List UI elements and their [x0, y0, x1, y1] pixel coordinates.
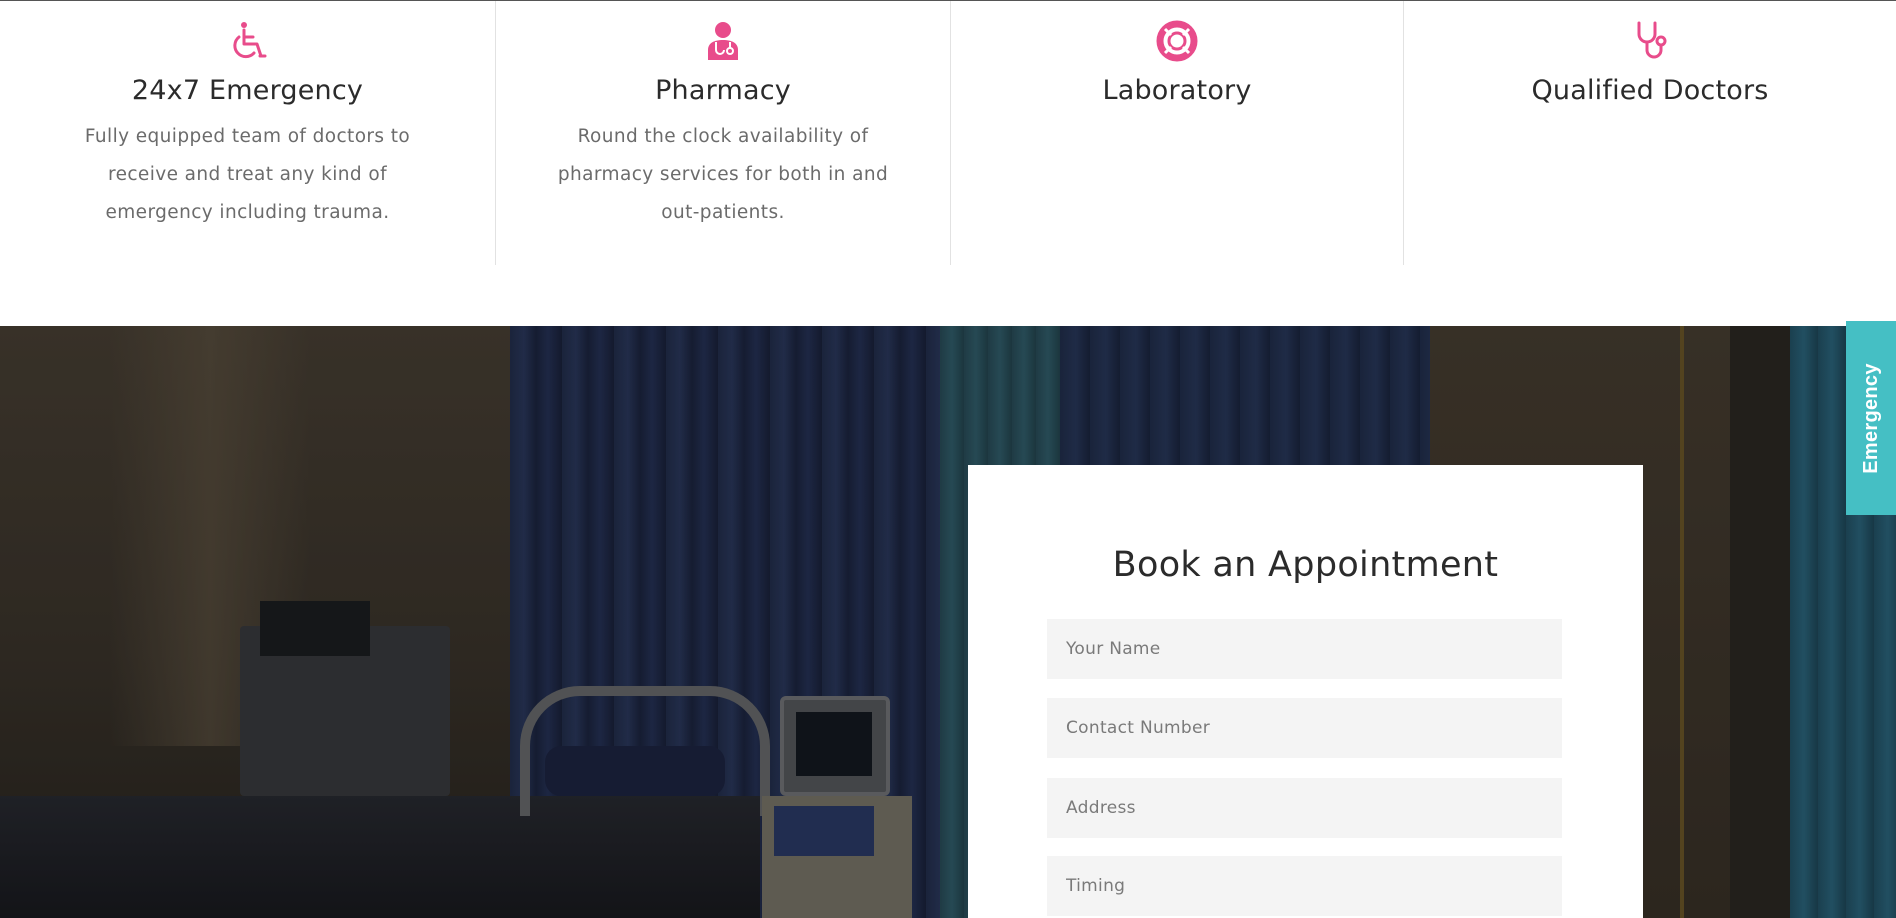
name-input[interactable] — [1047, 619, 1562, 679]
feature-title: Laboratory — [1102, 75, 1252, 106]
feature-description: Round the clock availability of pharmacy… — [557, 126, 889, 223]
address-input[interactable] — [1047, 778, 1562, 838]
feature-description: Fully equipped team of doctors to receiv… — [84, 126, 411, 223]
feature-laboratory: Laboratory — [951, 1, 1404, 265]
feature-title: 24x7 Emergency — [131, 75, 364, 106]
feature-title: Qualified Doctors — [1531, 75, 1769, 106]
lifebuoy-icon — [1156, 20, 1198, 62]
feature-pharmacy: Pharmacy Round the clock availability of… — [496, 1, 951, 265]
feature-qualified-doctors: Qualified Doctors — [1404, 1, 1896, 265]
contact-number-input[interactable] — [1047, 698, 1562, 758]
emergency-tab-label: Emergency — [1859, 362, 1882, 474]
stethoscope-icon — [1637, 21, 1667, 59]
feature-emergency: 24x7 Emergency Fully equipped team of do… — [0, 1, 496, 265]
appointment-title: Book an Appointment — [1112, 545, 1499, 585]
emergency-side-tab[interactable]: Emergency — [1846, 321, 1896, 515]
appointment-form: Book an Appointment — [968, 465, 1643, 918]
timing-input[interactable] — [1047, 856, 1562, 916]
features-section: 24x7 Emergency Fully equipped team of do… — [0, 1, 1896, 265]
wheelchair-icon — [232, 22, 266, 59]
feature-title: Pharmacy — [655, 75, 791, 106]
doctor-icon — [708, 22, 738, 60]
